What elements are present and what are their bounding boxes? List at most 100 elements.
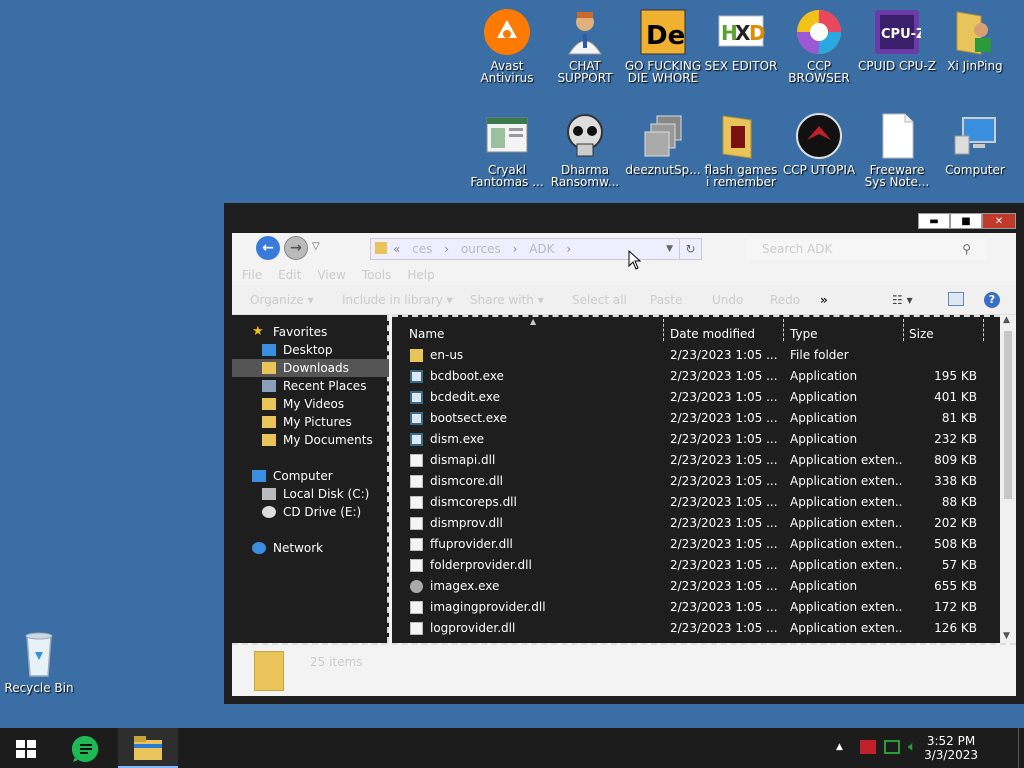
more-commands-button[interactable]: » <box>820 285 828 315</box>
redo-button[interactable]: Redo <box>770 285 800 315</box>
breadcrumb-segment[interactable]: ADK <box>529 242 554 256</box>
nav-desktop[interactable]: Desktop <box>232 341 389 359</box>
menu-view[interactable]: View <box>317 265 345 285</box>
file-row[interactable]: bootsect.exe 2/23/2023 1:05 ... Applicatio… <box>392 408 1000 429</box>
organize-button[interactable]: Organize ▾ <box>250 285 314 315</box>
column-header-name[interactable]: Name <box>409 325 444 343</box>
file-row[interactable]: bcdedit.exe 2/23/2023 1:05 ... Application… <box>392 387 1000 408</box>
vertical-scrollbar[interactable]: ▲ ▼ <box>1000 315 1016 643</box>
paste-button[interactable]: Paste <box>650 285 682 315</box>
desktop-icon-label: CPUID CPU-Z <box>858 59 936 73</box>
desktop-icon-die[interactable]: De GO FUCKING DIE WHORE <box>624 8 702 84</box>
view-options-icon[interactable]: ☷ ▾ <box>892 285 913 315</box>
nav-computer[interactable]: Computer <box>232 467 389 485</box>
refresh-icon[interactable]: ↻ <box>679 239 701 259</box>
nav-network[interactable]: Network <box>232 539 389 557</box>
search-box[interactable]: Search ADK ⚲ <box>747 238 987 260</box>
desktop-icon-cryakl[interactable]: Cryakl Fantomas ... <box>468 112 546 188</box>
file-type: Application <box>790 432 858 446</box>
file-date-modified: 2/23/2023 1:05 ... <box>670 474 778 488</box>
desktop-icon-flash-games[interactable]: flash games i remember <box>702 112 780 188</box>
item-count: 25 items <box>310 655 363 669</box>
nav-my-videos[interactable]: My Videos <box>232 395 389 413</box>
nav-local-disk[interactable]: Local Disk (C:) <box>232 485 389 503</box>
desktop-icon-xi-jinping[interactable]: Xi JinPing <box>936 8 1014 72</box>
desktop-icon-freeware[interactable]: Freeware Sys Note... <box>858 112 936 188</box>
nav-cd-drive[interactable]: CD Drive (E:) <box>232 503 389 521</box>
file-row[interactable]: ffuprovider.dll 2/23/2023 1:05 ... Applica… <box>392 534 1000 555</box>
help-icon[interactable]: ? <box>984 292 1000 308</box>
column-divider[interactable] <box>983 319 984 341</box>
breadcrumb-segment[interactable]: ources <box>461 242 501 256</box>
column-header-size[interactable]: Size <box>909 325 934 343</box>
file-row[interactable]: dismcoreps.dll 2/23/2023 1:05 ... Applicat… <box>392 492 1000 513</box>
share-with-button[interactable]: Share with ▾ <box>470 285 544 315</box>
file-row[interactable]: imagex.exe 2/23/2023 1:05 ... Application 6… <box>392 576 1000 597</box>
file-row[interactable]: dismprov.dll 2/23/2023 1:05 ... Applicatio… <box>392 513 1000 534</box>
file-row[interactable]: imagingprovider.dll 2/23/2023 1:05 ... App… <box>392 597 1000 618</box>
column-divider[interactable] <box>903 319 904 341</box>
explorer-window[interactable]: ▬ ■ ✕ ← → ▽ « ces › ources › ADK › ▼ ↻ S… <box>224 203 1024 704</box>
column-divider[interactable] <box>663 319 664 341</box>
menu-edit[interactable]: Edit <box>278 265 301 285</box>
column-header-type[interactable]: Type <box>790 325 818 343</box>
start-button[interactable] <box>16 740 36 761</box>
nav-my-documents[interactable]: My Documents <box>232 431 389 449</box>
nav-favorites[interactable]: ★ Favorites <box>232 323 389 341</box>
scroll-down-icon[interactable]: ▼ <box>1003 631 1010 641</box>
file-row[interactable]: en-us 2/23/2023 1:05 ... File folder <box>392 345 1000 366</box>
desktop-icon-avast[interactable]: Avast Antivirus <box>468 8 546 84</box>
menu-tools[interactable]: Tools <box>362 265 392 285</box>
scrollbar-thumb[interactable] <box>1004 331 1012 499</box>
nav-downloads[interactable]: Downloads <box>232 359 389 377</box>
file-row[interactable]: dismapi.dll 2/23/2023 1:05 ... Application… <box>392 450 1000 471</box>
desktop-icon-ccp-browser[interactable]: CCP BROWSER <box>780 8 858 84</box>
desktop-icon-deeznut[interactable]: deeznutSp... <box>624 112 702 176</box>
desktop-icon-computer[interactable]: Computer <box>936 112 1014 176</box>
column-divider[interactable] <box>783 319 784 341</box>
taskbar-app-notes[interactable] <box>71 735 100 766</box>
preview-pane-icon[interactable] <box>948 292 964 306</box>
dll-file-icon <box>410 496 423 509</box>
forward-button[interactable]: → <box>284 236 308 260</box>
address-bar[interactable]: « ces › ources › ADK › ▼ ↻ <box>370 238 702 260</box>
file-name: en-us <box>430 348 464 362</box>
desktop-icon-cpuz[interactable]: CPU-Z CPUID CPU-Z <box>858 8 936 72</box>
show-hidden-icons-chevron-up-icon[interactable]: ▲ <box>836 742 843 752</box>
system-clock[interactable]: 3:52 PM 3/3/2023 <box>924 734 978 762</box>
select-all-button[interactable]: Select all <box>572 285 627 315</box>
network-status-icon[interactable] <box>884 740 900 754</box>
search-icon[interactable]: ⚲ <box>962 238 971 260</box>
file-row[interactable]: bcdboot.exe 2/23/2023 1:05 ... Application… <box>392 366 1000 387</box>
file-row[interactable]: dism.exe 2/23/2023 1:05 ... Application 232… <box>392 429 1000 450</box>
folder-icon <box>717 112 765 160</box>
menu-help[interactable]: Help <box>407 265 434 285</box>
include-in-library-button[interactable]: Include in library ▾ <box>342 285 453 315</box>
show-desktop-button[interactable] <box>1018 728 1024 768</box>
desktop-icon-recycle-bin[interactable]: Recycle Bin <box>0 630 78 694</box>
column-header-date[interactable]: Date modified <box>670 325 755 343</box>
minimize-button[interactable]: ▬ <box>918 213 950 229</box>
file-row[interactable]: dismcore.dll 2/23/2023 1:05 ... Applicatio… <box>392 471 1000 492</box>
volume-icon[interactable]: 🔈︎ <box>908 739 916 755</box>
undo-button[interactable]: Undo <box>712 285 743 315</box>
nav-recent-places[interactable]: Recent Places <box>232 377 389 395</box>
menu-file[interactable]: File <box>242 265 262 285</box>
scroll-up-icon[interactable]: ▲ <box>1003 315 1010 325</box>
desktop-icon-sex-editor[interactable]: HXD SEX EDITOR <box>702 8 780 72</box>
address-dropdown[interactable]: ▼ <box>666 239 673 259</box>
maximize-button[interactable]: ■ <box>950 213 982 229</box>
breadcrumb-segment[interactable]: ces <box>412 242 432 256</box>
action-center-flag-icon[interactable] <box>860 740 876 754</box>
back-button[interactable]: ← <box>256 236 280 260</box>
address-overflow[interactable]: « <box>393 242 400 256</box>
close-button[interactable]: ✕ <box>982 213 1016 229</box>
nav-my-pictures[interactable]: My Pictures <box>232 413 389 431</box>
file-row[interactable]: folderprovider.dll 2/23/2023 1:05 ... Appl… <box>392 555 1000 576</box>
file-row[interactable]: logprovider.dll 2/23/2023 1:05 ... Applica… <box>392 618 1000 639</box>
recent-pages-dropdown[interactable]: ▽ <box>312 241 320 252</box>
desktop-icon-chat-support[interactable]: CHAT SUPPORT <box>546 8 624 84</box>
desktop-icon-dharma[interactable]: Dharma Ransomw... <box>546 112 624 188</box>
taskbar-app-file-explorer[interactable] <box>118 728 178 768</box>
desktop-icon-ccp-utopia[interactable]: CCP UTOPIA <box>780 112 858 176</box>
